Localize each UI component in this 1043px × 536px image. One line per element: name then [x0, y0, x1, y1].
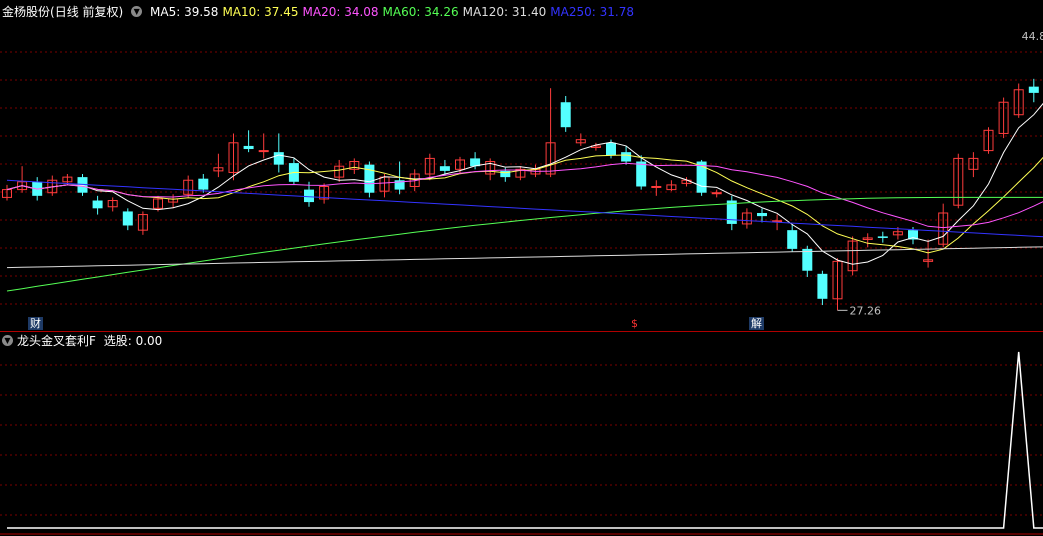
candle-body — [817, 273, 828, 299]
chart-canvas[interactable]: 44.86 27.26 — [0, 0, 1043, 536]
candle-body — [651, 185, 662, 188]
selection-signal-line — [7, 351, 1043, 529]
candle-body — [621, 152, 632, 162]
candle[interactable] — [651, 180, 662, 196]
candle[interactable] — [817, 270, 828, 306]
candle[interactable] — [802, 245, 813, 277]
candle[interactable] — [862, 233, 873, 248]
candle[interactable] — [711, 189, 722, 198]
chevron-down-icon[interactable]: ▼ — [131, 6, 143, 17]
indicator-list: MA5: 39.58 MA10: 37.45 MA20: 34.08 MA60: 34… — [150, 5, 638, 19]
moving-average-lines — [6, 102, 1043, 292]
candle-body — [636, 161, 647, 187]
marker-text: 财 — [30, 317, 41, 330]
indicator-ma-5: MA250: 31.78 — [550, 5, 634, 19]
candlestick-series[interactable] — [2, 36, 1043, 311]
candle[interactable] — [515, 166, 526, 181]
candle[interactable] — [953, 153, 964, 209]
candle[interactable] — [666, 180, 677, 192]
candle[interactable] — [1028, 78, 1039, 103]
candle[interactable] — [877, 231, 888, 243]
candle[interactable] — [424, 153, 435, 181]
ma5-line — [6, 102, 1043, 265]
selection-value: 选股: 0.00 — [103, 334, 163, 348]
candle[interactable] — [183, 175, 194, 198]
candle[interactable] — [319, 183, 330, 204]
candle[interactable] — [364, 161, 375, 198]
unlock-marker[interactable]: 解 — [749, 317, 764, 330]
candle-body — [877, 236, 888, 238]
candle[interactable] — [288, 158, 299, 185]
low-price-label: 27.26 — [850, 304, 882, 317]
candle-body — [122, 211, 133, 226]
candle[interactable] — [273, 133, 284, 173]
candle[interactable] — [968, 152, 979, 178]
candle[interactable] — [243, 130, 254, 153]
candle-body — [757, 213, 767, 217]
candle-body — [711, 192, 722, 195]
sub-chart-header: ▼ 龙头金叉套利F 选股: 0.00 — [2, 333, 166, 349]
candle[interactable] — [47, 175, 58, 196]
candle[interactable] — [122, 208, 133, 231]
candle[interactable] — [213, 153, 224, 178]
ma250-line — [6, 179, 1043, 238]
ma60-line — [6, 196, 1043, 292]
indicator-ma-0: MA5: 39.58 — [150, 5, 219, 19]
marker-text: 解 — [751, 317, 762, 330]
indicator-ma-1: MA10: 37.45 — [222, 5, 299, 19]
candle-body — [787, 230, 798, 249]
candle-body — [273, 152, 284, 165]
candle[interactable] — [726, 195, 737, 231]
candle[interactable] — [983, 127, 994, 154]
candle-body — [258, 150, 269, 153]
ma120-line — [6, 246, 1043, 269]
candle-body — [304, 189, 314, 203]
candle-body — [439, 166, 450, 171]
candle-body — [243, 145, 254, 150]
dividend-marker[interactable]: $ — [629, 317, 640, 330]
price-annotations: 44.86 27.26 — [837, 30, 1043, 317]
stock-name: 金杨股份 — [2, 5, 51, 19]
high-price-label: 44.86 — [1022, 30, 1043, 43]
financial-report-marker[interactable]: 财 — [28, 317, 43, 330]
candle[interactable] — [832, 258, 843, 311]
main-chart-header: 金杨股份(日线 前复权) ▼ MA5: 39.58 MA10: 37.45 MA20:… — [2, 4, 642, 20]
indicator-ma-4: MA120: 31.40 — [462, 5, 547, 19]
candle[interactable] — [198, 174, 209, 193]
signal-panel — [7, 351, 1043, 529]
marker-text: $ — [631, 317, 638, 330]
candle-body — [92, 200, 103, 209]
chevron-down-icon[interactable]: ▼ — [2, 335, 13, 346]
candle[interactable] — [258, 133, 269, 159]
candle[interactable] — [741, 208, 752, 229]
candle[interactable] — [575, 133, 586, 146]
candle[interactable] — [938, 203, 949, 248]
candle[interactable] — [137, 211, 148, 235]
candle[interactable] — [560, 96, 571, 132]
candle[interactable] — [485, 158, 496, 181]
candle[interactable] — [92, 195, 103, 215]
candle[interactable] — [2, 184, 12, 201]
candle[interactable] — [1013, 83, 1024, 118]
candle[interactable] — [349, 158, 360, 174]
candle[interactable] — [787, 223, 798, 252]
candle-body — [802, 248, 813, 271]
indicator-ma-2: MA20: 34.08 — [302, 5, 379, 19]
candle[interactable] — [107, 197, 118, 212]
candle[interactable] — [17, 166, 28, 193]
candle-body — [1028, 86, 1039, 93]
candle-body — [606, 142, 616, 156]
indicator-name: 龙头金叉套利F — [17, 334, 96, 348]
candle-body — [198, 178, 209, 190]
indicator-ma-3: MA60: 34.26 — [382, 5, 459, 19]
candle-body — [560, 102, 571, 128]
period-label: (日线 前复权) — [50, 5, 124, 19]
candle[interactable] — [923, 239, 934, 268]
candle[interactable] — [998, 97, 1009, 139]
price-grid — [0, 51, 1043, 535]
candle[interactable] — [847, 236, 858, 276]
